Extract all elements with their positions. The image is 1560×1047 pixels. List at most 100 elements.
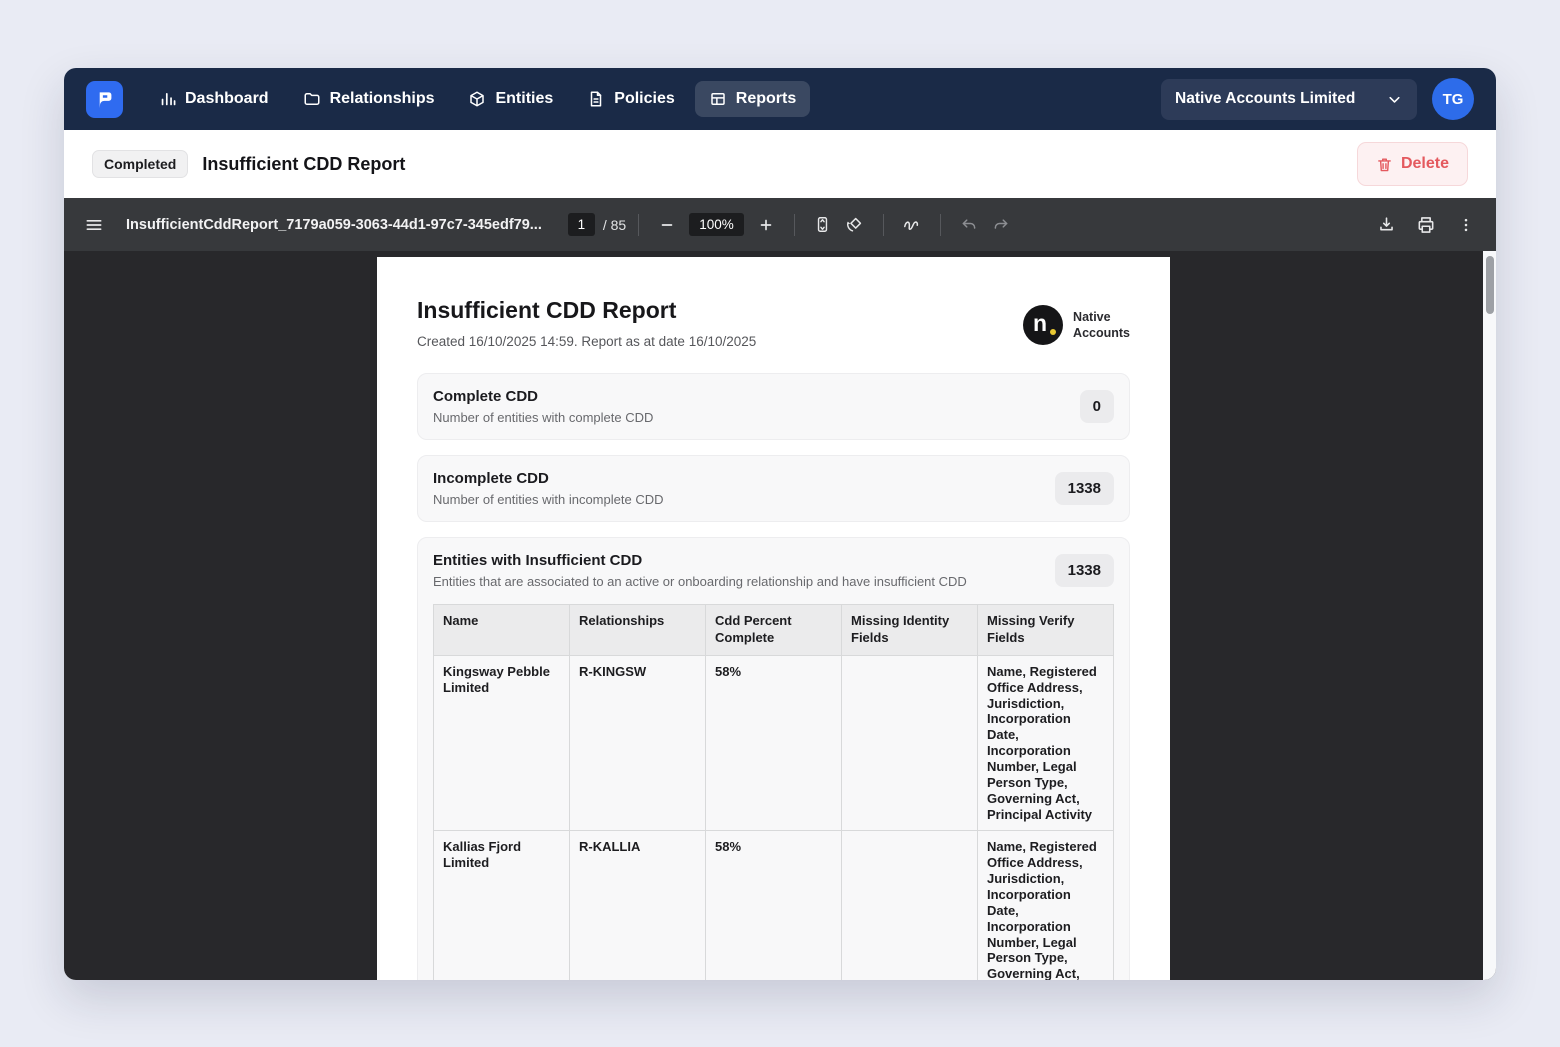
table-cell: Name, Registered Office Address, Jurisdi… [978, 831, 1114, 980]
page-number-input[interactable]: 1 [568, 213, 595, 236]
table-cell: 58% [706, 831, 842, 980]
card-description: Entities that are associated to an activ… [433, 574, 967, 589]
nav-reports[interactable]: Reports [695, 81, 810, 117]
report-header: Insufficient CDD Report Created 16/10/20… [417, 297, 1130, 349]
report-title: Insufficient CDD Report [417, 297, 756, 324]
brand-name: Native Accounts [1073, 309, 1130, 342]
toolbar-right-group [1370, 209, 1482, 241]
bar-chart-icon [159, 91, 176, 108]
more-options-button[interactable] [1450, 209, 1482, 241]
print-button[interactable] [1410, 209, 1442, 241]
card-value-badge: 1338 [1055, 554, 1114, 587]
table-cell: Kingsway Pebble Limited [434, 655, 570, 831]
page-count: / 85 [603, 217, 626, 233]
trash-icon [1376, 156, 1393, 173]
redo-button[interactable] [985, 209, 1017, 241]
toolbar-divider [883, 214, 884, 236]
entities-insufficient-cdd-card: Entities with Insufficient CDD Entities … [417, 537, 1130, 980]
brand-glyph: n [1033, 310, 1047, 337]
hamburger-icon [84, 215, 104, 235]
toolbar-divider [638, 214, 639, 236]
toolbar-divider [794, 214, 795, 236]
column-header: Missing Identity Fields [842, 605, 978, 656]
download-button[interactable] [1370, 209, 1402, 241]
delete-label: Delete [1401, 155, 1449, 173]
card-description: Number of entities with incomplete CDD [433, 492, 663, 507]
status-badge: Completed [92, 150, 188, 178]
card-value-badge: 0 [1080, 390, 1114, 423]
column-header: Name [434, 605, 570, 656]
scrollbar-thumb[interactable] [1486, 256, 1494, 314]
rotate-button[interactable] [839, 209, 871, 241]
zoom-in-button[interactable] [750, 209, 782, 241]
sidebar-toggle-button[interactable] [78, 209, 110, 241]
native-accounts-brand: n Native Accounts [1023, 301, 1130, 349]
pdf-page: Insufficient CDD Report Created 16/10/20… [377, 257, 1170, 980]
report-subtitle: Created 16/10/2025 14:59. Report as at d… [417, 334, 756, 349]
app-logo[interactable] [86, 81, 123, 118]
draw-button[interactable] [896, 209, 928, 241]
fit-page-icon [813, 215, 832, 234]
download-icon [1377, 215, 1396, 234]
table-cell: Kallias Fjord Limited [434, 831, 570, 980]
rotate-icon [845, 215, 864, 234]
print-icon [1416, 215, 1436, 235]
entities-table: Name Relationships Cdd Percent Complete … [433, 604, 1114, 980]
pdf-filename: InsufficientCddReport_7179a059-3063-44d1… [126, 217, 542, 233]
organization-dropdown[interactable]: Native Accounts Limited [1161, 79, 1417, 120]
nav-relationships[interactable]: Relationships [289, 81, 449, 117]
top-navbar: Dashboard Relationships Entities Policie… [64, 68, 1496, 130]
page-navigation: 1 / 85 [568, 213, 626, 236]
undo-button[interactable] [953, 209, 985, 241]
nav-dashboard[interactable]: Dashboard [145, 81, 283, 117]
incomplete-cdd-card: Incomplete CDD Number of entities with i… [417, 455, 1130, 522]
fit-page-button[interactable] [807, 209, 839, 241]
draw-icon [902, 215, 921, 234]
document-icon [587, 90, 605, 108]
redo-icon [992, 216, 1010, 234]
zoom-level[interactable]: 100% [689, 213, 744, 236]
table-cell: 58% [706, 655, 842, 831]
column-header: Relationships [570, 605, 706, 656]
table-row: Kallias Fjord Limited R-KALLIA 58% Name,… [434, 831, 1114, 980]
card-title: Complete CDD [433, 388, 653, 405]
brand-name-line1: Native [1073, 309, 1130, 325]
table-cell: Name, Registered Office Address, Jurisdi… [978, 655, 1114, 831]
page-header: Completed Insufficient CDD Report Delete [64, 130, 1496, 198]
table-cell: R-KINGSW [570, 655, 706, 831]
nav-items: Dashboard Relationships Entities Policie… [145, 81, 810, 117]
nav-entities[interactable]: Entities [454, 81, 567, 117]
table-icon [709, 90, 727, 108]
organization-dropdown-value: Native Accounts Limited [1175, 90, 1355, 108]
table-cell: R-KALLIA [570, 831, 706, 980]
cube-icon [468, 90, 486, 108]
avatar[interactable]: TG [1432, 78, 1474, 120]
nav-policies[interactable]: Policies [573, 81, 688, 117]
nav-label: Relationships [330, 90, 435, 108]
column-header: Missing Verify Fields [978, 605, 1114, 656]
zoom-out-icon [658, 216, 676, 234]
toolbar-divider [940, 214, 941, 236]
kebab-icon [1457, 216, 1475, 234]
table-header-row: Name Relationships Cdd Percent Complete … [434, 605, 1114, 656]
delete-button[interactable]: Delete [1357, 142, 1468, 186]
undo-icon [960, 216, 978, 234]
chevron-down-icon [1386, 91, 1403, 108]
nav-label: Policies [614, 90, 674, 108]
brand-dot [1050, 329, 1057, 336]
column-header: Cdd Percent Complete [706, 605, 842, 656]
table-cell [842, 655, 978, 831]
app-logo-icon [93, 88, 116, 111]
table-cell [842, 831, 978, 980]
table-row: Kingsway Pebble Limited R-KINGSW 58% Nam… [434, 655, 1114, 831]
card-description: Number of entities with complete CDD [433, 410, 653, 425]
native-accounts-logo-icon: n [1023, 305, 1063, 345]
pdf-toolbar: InsufficientCddReport_7179a059-3063-44d1… [64, 198, 1496, 251]
entities-card-header: Entities with Insufficient CDD Entities … [433, 552, 1114, 589]
brand-name-line2: Accounts [1073, 325, 1130, 341]
app-window: Dashboard Relationships Entities Policie… [64, 68, 1496, 980]
zoom-out-button[interactable] [651, 209, 683, 241]
complete-cdd-card: Complete CDD Number of entities with com… [417, 373, 1130, 440]
viewer-scrollbar[interactable] [1483, 251, 1496, 980]
folder-icon [303, 90, 321, 108]
